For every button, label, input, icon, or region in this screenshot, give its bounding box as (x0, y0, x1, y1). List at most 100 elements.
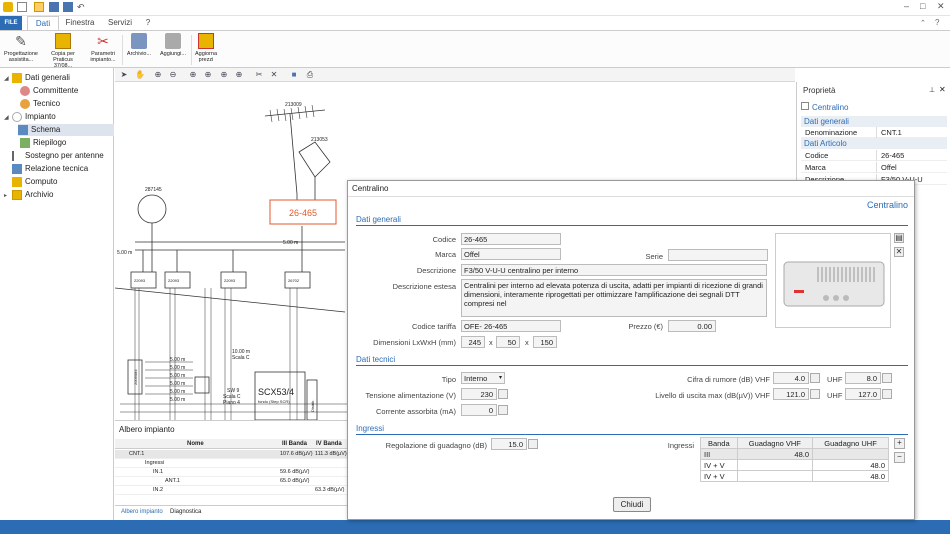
zoom-fit-icon[interactable]: ⊕ (203, 70, 213, 80)
label-287145: 287145 (145, 187, 162, 193)
zoom-window-icon[interactable]: ⊕ (188, 70, 198, 80)
rumore-uhf-field[interactable]: 8.0 (845, 372, 881, 384)
table-row[interactable]: CNT.1 107.6 dB(µV) 111.3 dB(µV) (115, 450, 347, 459)
tensione-field[interactable]: 230 (461, 388, 497, 400)
aggiorna-prezzi-button[interactable]: Aggiorna prezzi (193, 33, 219, 63)
tree-item-dati-generali[interactable]: Dati generali (12, 72, 70, 84)
maximize-icon[interactable]: □ (920, 1, 925, 11)
prop-row-marca[interactable]: Marca Offel (801, 162, 947, 173)
prezzo-field[interactable]: 0.00 (668, 320, 716, 332)
rumore-vhf-spinner[interactable] (810, 373, 820, 383)
codice-tariffa-field[interactable]: OFE- 26-465 (461, 320, 561, 332)
table-row[interactable]: IN.2 63.3 dB(µV) (115, 486, 347, 495)
browse-image-icon[interactable]: ▤ (894, 233, 904, 243)
print-icon[interactable]: ⎙ (305, 70, 315, 80)
minimize-icon[interactable]: – (904, 1, 909, 11)
parametri-impianto-button[interactable]: ✂ Parametri impianto... (86, 33, 120, 63)
zoom-out-icon[interactable]: ⊖ (168, 70, 178, 80)
livello-uhf-field[interactable]: 127.0 (845, 388, 881, 400)
prop-section-generali[interactable]: Dati generali (801, 116, 947, 127)
collapse-icon[interactable]: ◢ (4, 75, 9, 82)
label-213009: 213009 (285, 102, 302, 108)
table-row[interactable]: IV + V 48.0 (700, 459, 889, 471)
tensione-spinner[interactable] (498, 389, 508, 399)
prop-section-articolo[interactable]: Dati Articolo (801, 138, 947, 149)
aggiungi-button[interactable]: Aggiungi... (158, 33, 188, 57)
tree-item-committente[interactable]: Committente (20, 85, 78, 97)
zoom-in-icon[interactable]: ⊕ (153, 70, 163, 80)
marca-field[interactable]: Offel (461, 248, 561, 260)
tab-dati[interactable]: Dati (27, 16, 59, 30)
table-row[interactable]: IN.1 59.6 dB(µV) (115, 468, 347, 477)
close-icon[interactable]: ✕ (937, 1, 945, 12)
save-all-icon[interactable] (63, 2, 73, 12)
table-row[interactable]: III 48.0 (700, 448, 889, 460)
zoom-prev-icon[interactable]: ⊕ (219, 70, 229, 80)
collapse-icon[interactable]: ◢ (4, 114, 9, 121)
descrizione-estesa-field[interactable]: Centralini per interno ad elevata potenz… (461, 279, 767, 317)
schema-icon (18, 124, 28, 135)
dialog-title: Centralino (348, 181, 914, 197)
corrente-spinner[interactable] (498, 405, 508, 415)
close-panel-icon[interactable]: ✕ (939, 85, 946, 94)
tree-item-tecnico[interactable]: Tecnico (20, 98, 60, 110)
descrizione-field[interactable]: F3/50 V-U-U centralino per interno (461, 264, 767, 276)
tree-item-computo[interactable]: Computo (12, 176, 57, 188)
tab-help[interactable]: ? (142, 16, 154, 30)
copia-praticus-button[interactable]: Copia per Praticus 37/08... (44, 33, 82, 69)
prop-row-codice[interactable]: Codice 26-465 (801, 150, 947, 161)
pan-icon[interactable]: ✋ (135, 70, 145, 80)
codice-field[interactable]: 26-465 (461, 233, 561, 245)
table-row[interactable]: IV + V 48.0 (700, 470, 889, 482)
chiudi-button[interactable]: Chiudi (613, 497, 651, 512)
livello-uhf-spinner[interactable] (882, 389, 892, 399)
rumore-uhf-spinner[interactable] (882, 373, 892, 383)
tree-item-schema[interactable]: Schema (18, 124, 114, 136)
tree-item-archivio[interactable]: Archivio (12, 189, 53, 201)
cut-icon[interactable]: ✂ (254, 70, 264, 80)
delete-icon[interactable]: ✕ (269, 70, 279, 80)
table-row[interactable]: Ingressi (115, 459, 347, 468)
remove-row-button[interactable]: − (894, 452, 905, 463)
dimension-h-field[interactable]: 150 (533, 336, 557, 348)
undo-icon[interactable]: ↶ (77, 2, 87, 12)
remove-image-icon[interactable]: ✕ (894, 247, 904, 257)
tab-servizi[interactable]: Servizi (104, 16, 136, 30)
tab-file[interactable]: FILE (0, 16, 22, 30)
archivio-button[interactable]: Archivio... (124, 33, 154, 57)
open-icon[interactable] (34, 2, 44, 12)
dimension-l-field[interactable]: 245 (461, 336, 485, 348)
ribbon: ✎ Progettazione assistita... Copia per P… (0, 30, 950, 69)
central-code: 26-465 (289, 208, 317, 218)
corrente-field[interactable]: 0 (461, 404, 497, 416)
livello-vhf-spinner[interactable] (810, 389, 820, 399)
pointer-icon[interactable]: ➤ (119, 70, 129, 80)
zoom-all-icon[interactable]: ⊕ (234, 70, 244, 80)
rumore-vhf-field[interactable]: 4.0 (773, 372, 809, 384)
new-icon[interactable] (17, 2, 27, 12)
table-row[interactable]: ANT.1 65.0 dB(µV) (115, 477, 347, 486)
regolazione-spinner[interactable] (528, 439, 538, 449)
update-prices-icon (198, 33, 214, 49)
expand-icon[interactable]: ▸ (4, 192, 7, 199)
tree-item-sostegno[interactable]: Sostegno per antenne (12, 150, 104, 162)
livello-vhf-field[interactable]: 121.0 (773, 388, 809, 400)
serie-field[interactable] (668, 249, 768, 261)
dimension-w-field[interactable]: 50 (496, 336, 520, 348)
pin-icon[interactable]: ⊥ (929, 86, 935, 94)
help-icon[interactable]: ? (935, 18, 939, 27)
add-row-button[interactable]: + (894, 438, 905, 449)
tree-item-impianto[interactable]: Impianto (12, 111, 56, 123)
collapse-ribbon-icon[interactable]: ⌃ (920, 19, 926, 27)
regolazione-field[interactable]: 15.0 (491, 438, 527, 450)
tree-item-relazione[interactable]: Relazione tecnica (12, 163, 88, 175)
save-schema-icon[interactable]: ■ (289, 70, 299, 80)
progettazione-button[interactable]: ✎ Progettazione assistita... (2, 33, 40, 63)
tab-finestra[interactable]: Finestra (62, 16, 98, 30)
save-icon[interactable] (49, 2, 59, 12)
tree-item-riepilogo[interactable]: Riepilogo (20, 137, 66, 149)
tipo-select[interactable]: Interno ▾ (461, 372, 505, 384)
prop-row-denominazione[interactable]: Denominazione CNT.1 (801, 127, 947, 138)
tab-diagnostica[interactable]: Diagnostica (170, 509, 201, 515)
tab-albero-impianto[interactable]: Albero impianto (121, 509, 163, 515)
